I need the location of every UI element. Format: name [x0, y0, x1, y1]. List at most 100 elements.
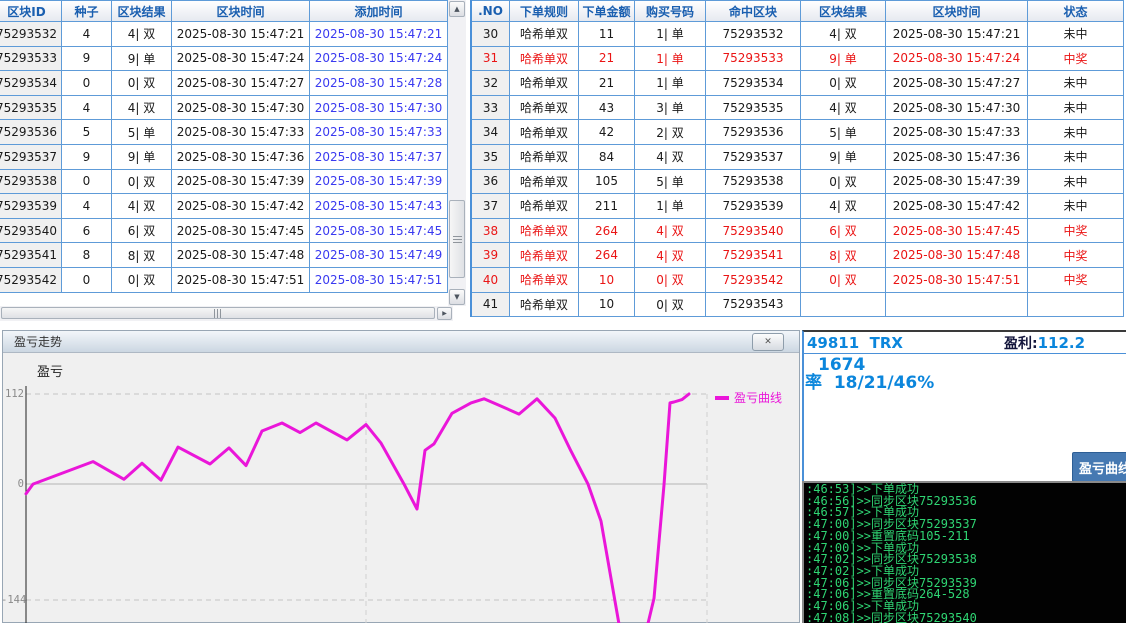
table-row[interactable]: 32 哈希单双 21 1| 单 75293534 0| 双 2025-08-30…: [472, 71, 1126, 96]
table-row[interactable]: 38 哈希单双 264 4| 双 75293540 6| 双 2025-08-3…: [472, 219, 1126, 244]
cell-seed: 9: [62, 145, 112, 170]
blocks-table-body: 75293532 4 4| 双 2025-08-30 15:47:21 2025…: [0, 22, 448, 293]
cell-amount: 84: [579, 145, 635, 170]
table-row[interactable]: 75293537 9 9| 单 2025-08-30 15:47:36 2025…: [0, 145, 448, 170]
table-row[interactable]: 37 哈希单双 211 1| 单 75293539 4| 双 2025-08-3…: [472, 194, 1126, 219]
cell-result: 9| 单: [112, 47, 172, 72]
cell-number: 1| 单: [635, 22, 706, 47]
cell-result: 5| 单: [112, 120, 172, 145]
table-row[interactable]: 36 哈希单双 105 5| 单 75293538 0| 双 2025-08-3…: [472, 170, 1126, 195]
cell-block-time: 2025-08-30 15:47:33: [172, 120, 310, 145]
cell-block-time: 2025-08-30 15:47:27: [172, 71, 310, 96]
cell-result: 0| 双: [801, 71, 886, 96]
table-row[interactable]: 75293532 4 4| 双 2025-08-30 15:47:21 2025…: [0, 22, 448, 47]
blocks-table-header: 区块ID 种子 区块结果 区块时间 添加时间: [0, 0, 448, 22]
profit-label: 盈利:: [1004, 336, 1038, 352]
column-header-seed[interactable]: 种子: [62, 0, 112, 22]
cell-block-id: 75293538: [0, 170, 62, 195]
scroll-down-icon: ▼: [454, 293, 459, 301]
cell-no: 37: [472, 194, 510, 219]
table-row[interactable]: 33 哈希单双 43 3| 单 75293535 4| 双 2025-08-30…: [472, 96, 1126, 121]
table-row[interactable]: 39 哈希单双 264 4| 双 75293541 8| 双 2025-08-3…: [472, 243, 1126, 268]
column-header-block-time[interactable]: 区块时间: [172, 0, 310, 22]
cell-time: 2025-08-30 15:47:36: [886, 145, 1028, 170]
cell-result: 0| 双: [112, 268, 172, 293]
cell-no: 30: [472, 22, 510, 47]
table-row[interactable]: 30 哈希单双 11 1| 单 75293532 4| 双 2025-08-30…: [472, 22, 1126, 47]
column-header-status[interactable]: 状态: [1028, 0, 1124, 22]
table-row[interactable]: 75293540 6 6| 双 2025-08-30 15:47:45 2025…: [0, 219, 448, 244]
column-header-added-time[interactable]: 添加时间: [310, 0, 448, 22]
cell-rule: 哈希单双: [510, 194, 579, 219]
cell-result: 6| 双: [112, 219, 172, 244]
table-row[interactable]: 75293539 4 4| 双 2025-08-30 15:47:42 2025…: [0, 194, 448, 219]
cell-block-time: 2025-08-30 15:47:42: [172, 194, 310, 219]
profit-chart: [3, 352, 798, 623]
log-console[interactable]: :46:53]>>下单成功:46:56]>>同步区块75293536:46:57…: [802, 481, 1126, 623]
chart-window-titlebar[interactable]: 盈亏走势 ✕: [3, 331, 799, 353]
cell-status: 未中: [1028, 96, 1124, 121]
cell-rule: 哈希单双: [510, 96, 579, 121]
cell-amount: 264: [579, 243, 635, 268]
column-header-hit-block[interactable]: 命中区块: [706, 0, 801, 22]
column-header-result[interactable]: 区块结果: [112, 0, 172, 22]
vertical-scrollbar[interactable]: ▲ ▼: [448, 0, 466, 306]
table-row[interactable]: 75293538 0 0| 双 2025-08-30 15:47:39 2025…: [0, 170, 448, 195]
column-header-amount[interactable]: 下单金额: [579, 0, 635, 22]
table-row[interactable]: 75293533 9 9| 单 2025-08-30 15:47:24 2025…: [0, 47, 448, 72]
table-row[interactable]: 40 哈希单双 10 0| 双 75293542 0| 双 2025-08-30…: [472, 268, 1126, 293]
table-row[interactable]: 75293534 0 0| 双 2025-08-30 15:47:27 2025…: [0, 71, 448, 96]
cell-number: 1| 单: [635, 47, 706, 72]
cell-no: 39: [472, 243, 510, 268]
column-header-result[interactable]: 区块结果: [801, 0, 886, 22]
cell-result: 4| 双: [801, 194, 886, 219]
cell-block-id: 75293537: [0, 145, 62, 170]
table-row[interactable]: 75293536 5 5| 单 2025-08-30 15:47:33 2025…: [0, 120, 448, 145]
horizontal-scrollbar[interactable]: ▶: [0, 306, 453, 321]
cell-status: 未中: [1028, 22, 1124, 47]
cell-seed: 0: [62, 268, 112, 293]
cell-amount: 10: [579, 268, 635, 293]
cell-time: 2025-08-30 15:47:51: [886, 268, 1028, 293]
column-header-no[interactable]: .NO: [472, 0, 510, 22]
scroll-up-button[interactable]: ▲: [449, 1, 465, 17]
table-row[interactable]: 34 哈希单双 42 2| 双 75293536 5| 单 2025-08-30…: [472, 120, 1126, 145]
cell-block-id: 75293532: [0, 22, 62, 47]
y-tick-112: 112: [1, 388, 24, 400]
cell-result: 4| 双: [112, 194, 172, 219]
column-header-time[interactable]: 区块时间: [886, 0, 1028, 22]
table-row[interactable]: 75293535 4 4| 双 2025-08-30 15:47:30 2025…: [0, 96, 448, 121]
vertical-scrollbar-thumb[interactable]: [449, 200, 465, 278]
legend-label: 盈亏曲线: [734, 389, 782, 406]
thumb-grip-icon: [453, 236, 462, 243]
cell-number: 4| 双: [635, 243, 706, 268]
column-header-number[interactable]: 购买号码: [635, 0, 706, 22]
column-header-block-id[interactable]: 区块ID: [0, 0, 62, 22]
cell-status: 中奖: [1028, 219, 1124, 244]
cell-no: 35: [472, 145, 510, 170]
cell-result: 0| 双: [801, 268, 886, 293]
scroll-right-icon: ▶: [442, 310, 447, 317]
cell-seed: 8: [62, 243, 112, 268]
table-row[interactable]: 31 哈希单双 21 1| 单 75293533 9| 单 2025-08-30…: [472, 47, 1126, 72]
table-row[interactable]: 35 哈希单双 84 4| 双 75293537 9| 单 2025-08-30…: [472, 145, 1126, 170]
table-row[interactable]: 75293542 0 0| 双 2025-08-30 15:47:51 2025…: [0, 268, 448, 293]
cell-time: 2025-08-30 15:47:48: [886, 243, 1028, 268]
cell-rule: 哈希单双: [510, 268, 579, 293]
table-row[interactable]: 41 哈希单双 10 0| 双 75293543: [472, 293, 1126, 318]
blocks-table: 区块ID 种子 区块结果 区块时间 添加时间 75293532 4 4| 双 2…: [0, 0, 448, 293]
horizontal-scrollbar-thumb[interactable]: [1, 307, 435, 319]
app-window: 区块ID 种子 区块结果 区块时间 添加时间 75293532 4 4| 双 2…: [0, 0, 1126, 623]
cell-no: 38: [472, 219, 510, 244]
cell-result: 4| 双: [112, 22, 172, 47]
close-button[interactable]: ✕: [752, 333, 784, 351]
column-header-rule[interactable]: 下单规则: [510, 0, 579, 22]
cell-result: 0| 双: [112, 71, 172, 96]
cell-block-time: 2025-08-30 15:47:24: [172, 47, 310, 72]
cell-result: 5| 单: [801, 120, 886, 145]
profit-curve-button[interactable]: 盈亏曲线: [1072, 452, 1126, 481]
cell-number: 0| 双: [635, 293, 706, 318]
table-row[interactable]: 75293541 8 8| 双 2025-08-30 15:47:48 2025…: [0, 243, 448, 268]
scroll-down-button[interactable]: ▼: [449, 289, 465, 305]
scroll-right-button[interactable]: ▶: [437, 307, 452, 320]
